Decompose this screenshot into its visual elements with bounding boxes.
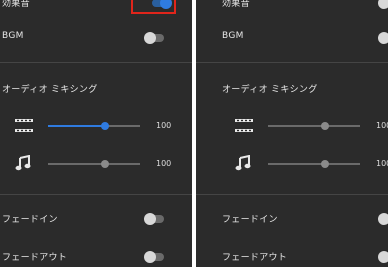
divider: [0, 62, 192, 63]
sound-effects-toggle[interactable]: [378, 0, 388, 9]
audio-mixing-title: オーディオ ミキシング: [2, 85, 98, 95]
music-note-icon: [15, 155, 31, 171]
bgm-toggle[interactable]: [144, 32, 164, 44]
divider: [0, 194, 192, 195]
fade-in-label: フェードイン: [222, 215, 278, 225]
film-icon: [235, 119, 253, 132]
sound-effects-label: 効果音: [2, 0, 30, 9]
bgm-toggle[interactable]: [378, 32, 388, 44]
settings-panel-right: 効果音 BGM オーディオ ミキシング 100: [196, 0, 388, 267]
settings-panel-left: 効果音 BGM オーディオ ミキシング 100 100 フェードイン フェードア…: [0, 0, 192, 267]
music-volume-value: 100: [376, 159, 388, 168]
fade-out-label: フェードアウト: [222, 253, 288, 263]
music-note-icon: [235, 155, 251, 171]
video-volume-value: 100: [156, 121, 172, 130]
fade-out-label: フェードアウト: [2, 253, 68, 263]
bgm-label: BGM: [222, 31, 244, 41]
music-volume-slider[interactable]: [48, 160, 140, 168]
video-volume-slider[interactable]: [48, 122, 140, 130]
music-volume-value: 100: [156, 159, 172, 168]
fade-out-toggle[interactable]: [378, 251, 388, 263]
sound-effects-label: 効果音: [222, 0, 250, 9]
video-volume-value: 100: [376, 121, 388, 130]
film-icon: [15, 119, 33, 132]
highlight-box: [131, 0, 176, 14]
music-volume-slider[interactable]: [268, 160, 360, 168]
divider: [196, 194, 388, 195]
fade-in-toggle[interactable]: [144, 213, 164, 225]
divider: [196, 62, 388, 63]
fade-in-label: フェードイン: [2, 215, 58, 225]
comparison-screenshot: 効果音 BGM オーディオ ミキシング 100 100 フェードイン フェードア…: [0, 0, 388, 267]
fade-out-toggle[interactable]: [144, 251, 164, 263]
video-volume-slider[interactable]: [268, 122, 360, 130]
bgm-label: BGM: [2, 31, 24, 41]
audio-mixing-title: オーディオ ミキシング: [222, 85, 318, 95]
fade-in-toggle[interactable]: [378, 213, 388, 225]
